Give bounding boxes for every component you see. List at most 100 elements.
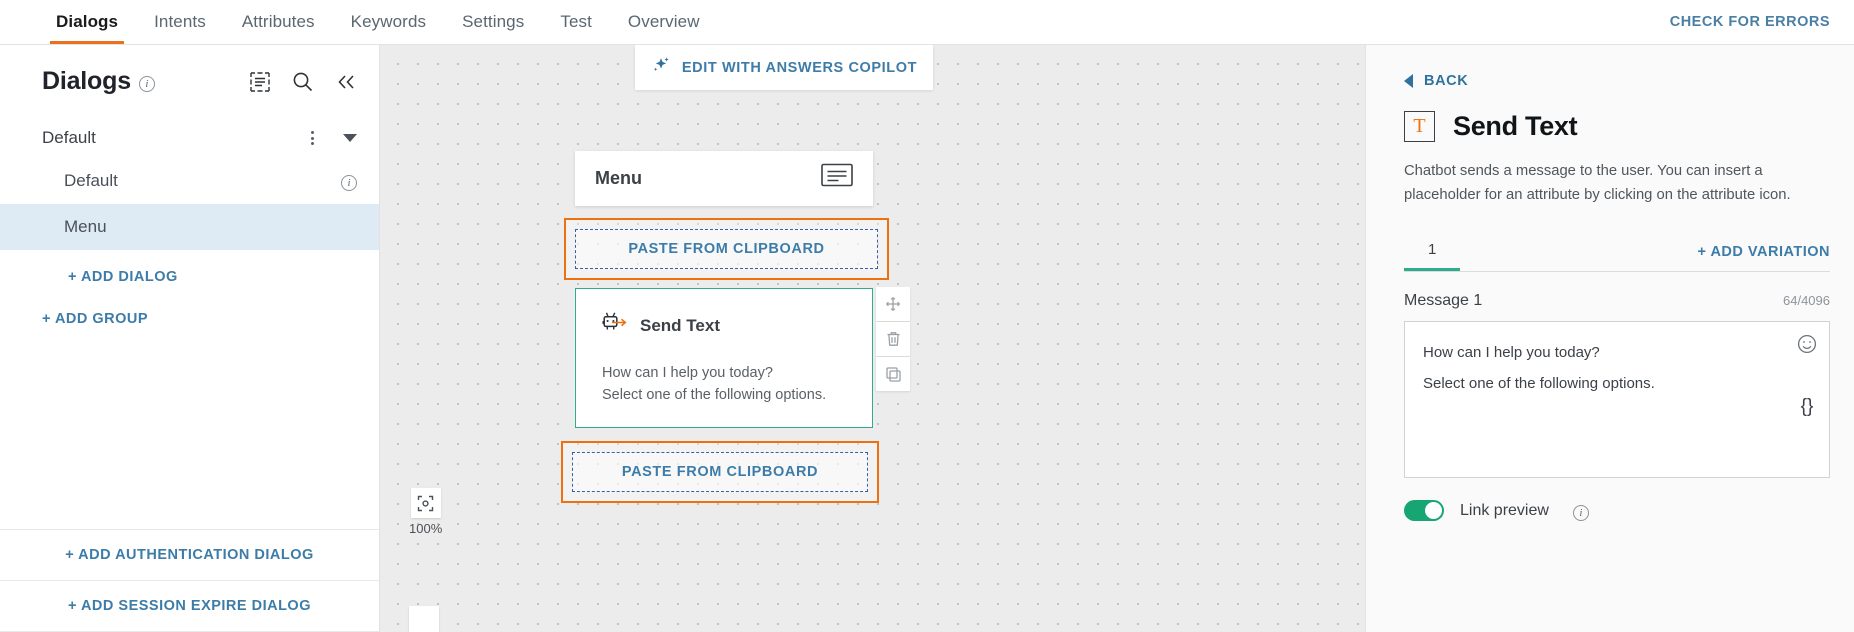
dialog-tree: Default Default i Menu + ADD DIALOG + AD… — [0, 112, 379, 529]
zoom-level-label: 100% — [409, 521, 443, 536]
message-box-icons: {} — [1797, 334, 1817, 427]
message-line1: How can I help you today? — [1423, 344, 1600, 362]
add-group-row: + ADD GROUP — [0, 298, 379, 340]
flow-canvas[interactable]: EDIT WITH ANSWERS COPILOT Menu PASTE FRO… — [380, 45, 1365, 632]
group-label: Default — [42, 128, 96, 147]
add-variation-button[interactable]: + ADD VARIATION — [1698, 244, 1831, 271]
canvas-node-menu[interactable]: Menu — [575, 151, 873, 206]
add-authentication-dialog-row[interactable]: + ADD AUTHENTICATION DIALOG — [0, 530, 379, 581]
info-icon[interactable]: i — [1572, 504, 1589, 521]
sidebar-footer: + ADD AUTHENTICATION DIALOG + ADD SESSIO… — [0, 529, 379, 632]
trash-icon[interactable] — [876, 322, 910, 356]
paste-dashed-area: PASTE FROM CLIPBOARD — [572, 452, 868, 492]
kebab-menu-icon[interactable] — [303, 129, 321, 147]
toggle-knob — [1425, 502, 1442, 520]
chat-bubble-icon[interactable] — [821, 163, 853, 194]
check-for-errors-button[interactable]: CHECK FOR ERRORS — [1670, 14, 1830, 30]
tab-test[interactable]: Test — [542, 0, 610, 44]
chevron-down-icon[interactable] — [343, 134, 357, 142]
topbar-actions: CHECK FOR ERRORS — [1670, 0, 1854, 44]
sidebar-title: Dialogs — [42, 67, 131, 95]
message-line2: Select one of the following options. — [1423, 375, 1655, 393]
back-label: BACK — [1424, 73, 1469, 89]
send-text-properties-panel: BACK T Send Text Chatbot sends a message… — [1365, 45, 1854, 632]
tab-label: Attributes — [241, 12, 315, 31]
sidebar-header-icons — [250, 71, 357, 92]
sidebar-item-default[interactable]: Default i — [0, 158, 379, 204]
move-icon[interactable] — [876, 287, 910, 321]
add-dialog-button[interactable]: + ADD DIALOG — [68, 269, 178, 285]
zoom-extra-button[interactable] — [409, 606, 439, 632]
paste-from-clipboard-zone-top[interactable]: PASTE FROM CLIPBOARD — [564, 218, 889, 280]
main-tabs: Dialogs Intents Attributes Keywords Sett… — [0, 0, 718, 44]
sidebar-item-menu[interactable]: Menu — [0, 204, 379, 250]
robot-send-icon — [602, 311, 628, 340]
zoom-controls: 100% — [409, 488, 442, 536]
top-navigation-bar: Dialogs Intents Attributes Keywords Sett… — [0, 0, 1854, 45]
edit-with-answers-copilot-button[interactable]: EDIT WITH ANSWERS COPILOT — [635, 45, 933, 90]
tab-keywords[interactable]: Keywords — [333, 0, 444, 44]
message-textarea[interactable]: How can I help you today? Select one of … — [1404, 321, 1830, 479]
sidebar-header: Dialogs i — [0, 45, 379, 112]
node-toolbar — [876, 287, 910, 391]
paste-from-clipboard-zone-bottom[interactable]: PASTE FROM CLIPBOARD — [561, 441, 879, 503]
dialogs-sidebar: Dialogs i Default Default i Menu + ADD D… — [0, 45, 380, 632]
message-label: Message 1 — [1404, 292, 1483, 310]
send-text-node-header: Send Text — [602, 311, 846, 340]
dialog-label: Default — [64, 171, 118, 190]
tab-label: Keywords — [350, 12, 427, 31]
dialog-group-default[interactable]: Default — [0, 118, 379, 158]
emoji-smiley-icon[interactable] — [1797, 334, 1817, 366]
add-dialog-row: + ADD DIALOG — [0, 250, 379, 298]
add-session-expire-dialog-row[interactable]: + ADD SESSION EXPIRE DIALOG — [0, 581, 379, 632]
collapse-left-icon[interactable] — [335, 72, 357, 92]
tab-attributes[interactable]: Attributes — [224, 0, 333, 44]
copy-icon[interactable] — [876, 357, 910, 391]
info-icon[interactable]: i — [341, 175, 357, 191]
send-text-node-line1: How can I help you today? — [602, 365, 773, 381]
text-box-icon: T — [1404, 111, 1435, 142]
page-title: Send Text — [1453, 111, 1578, 141]
send-text-node-line2: Select one of the following options. — [602, 387, 827, 404]
variation-tabs: 1 + ADD VARIATION — [1404, 235, 1831, 273]
main-body: Dialogs i Default Default i Menu + ADD D… — [0, 45, 1854, 632]
back-triangle-icon — [1404, 74, 1413, 88]
copilot-label: EDIT WITH ANSWERS COPILOT — [681, 59, 918, 76]
message-header: Message 1 64/4096 — [1404, 292, 1830, 310]
tab-variation-1[interactable]: 1 — [1404, 235, 1461, 272]
canvas-node-send-text[interactable]: Send Text How can I help you today? Sele… — [575, 288, 873, 428]
add-authentication-dialog-button[interactable]: + ADD AUTHENTICATION DIALOG — [65, 547, 314, 563]
sparkle-icon — [651, 55, 671, 80]
tab-label: Intents — [154, 12, 206, 31]
tab-overview[interactable]: Overview — [610, 0, 718, 44]
search-icon[interactable] — [292, 71, 313, 92]
tab-intents[interactable]: Intents — [136, 0, 224, 44]
add-session-expire-dialog-button[interactable]: + ADD SESSION EXPIRE DIALOG — [68, 598, 311, 614]
paste-dashed-area: PASTE FROM CLIPBOARD — [575, 229, 878, 269]
link-preview-toggle[interactable] — [1404, 500, 1444, 522]
menu-node-title: Menu — [595, 168, 642, 188]
list-select-icon[interactable] — [250, 71, 270, 92]
app-root: Dialogs Intents Attributes Keywords Sett… — [0, 0, 1854, 632]
link-preview-label: Link preview — [1460, 501, 1549, 519]
back-button[interactable]: BACK — [1404, 73, 1830, 89]
tab-label: Overview — [627, 12, 700, 31]
tab-label: Dialogs — [56, 12, 119, 31]
link-preview-row: Link preview i — [1404, 500, 1830, 522]
paste-label: PASTE FROM CLIPBOARD — [621, 464, 819, 480]
tab-settings[interactable]: Settings — [444, 0, 542, 44]
send-text-node-title: Send Text — [640, 315, 720, 335]
add-group-button[interactable]: + ADD GROUP — [42, 311, 148, 327]
message-char-counter: 64/4096 — [1783, 293, 1830, 309]
panel-title-row: T Send Text — [1404, 111, 1830, 142]
tab-dialogs[interactable]: Dialogs — [38, 0, 136, 44]
send-text-node-body: How can I help you today? Select one of … — [602, 362, 846, 407]
fit-to-screen-icon[interactable] — [410, 488, 441, 518]
info-icon[interactable]: i — [138, 75, 155, 92]
dialog-label: Menu — [64, 217, 107, 236]
panel-description: Chatbot sends a message to the user. You… — [1404, 163, 1791, 203]
tab-label: Settings — [462, 12, 525, 31]
tab-label: Test — [560, 12, 592, 31]
paste-label: PASTE FROM CLIPBOARD — [628, 241, 825, 257]
curly-braces-icon[interactable]: {} — [1801, 388, 1814, 427]
